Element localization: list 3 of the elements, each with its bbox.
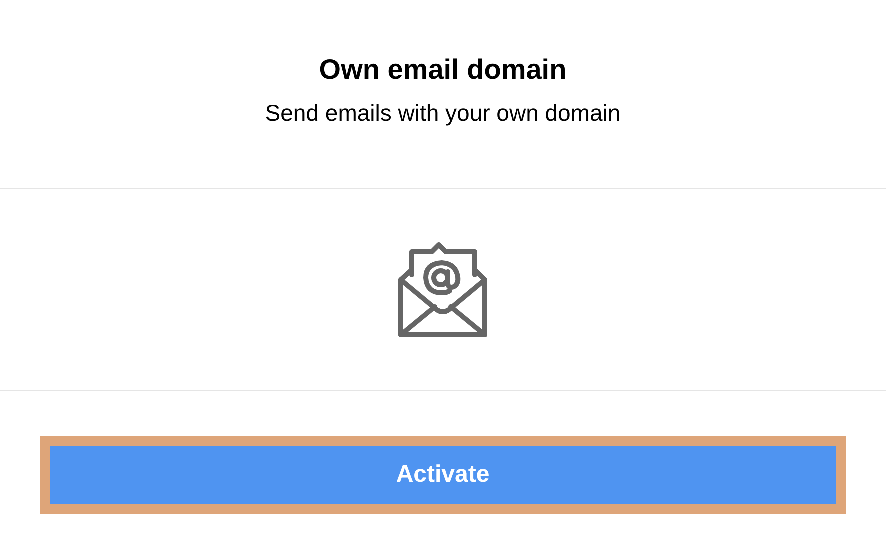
activate-button[interactable]: Activate [40, 436, 846, 514]
card-title: Own email domain [319, 53, 567, 87]
card-subtitle: Send emails with your own domain [265, 99, 621, 128]
